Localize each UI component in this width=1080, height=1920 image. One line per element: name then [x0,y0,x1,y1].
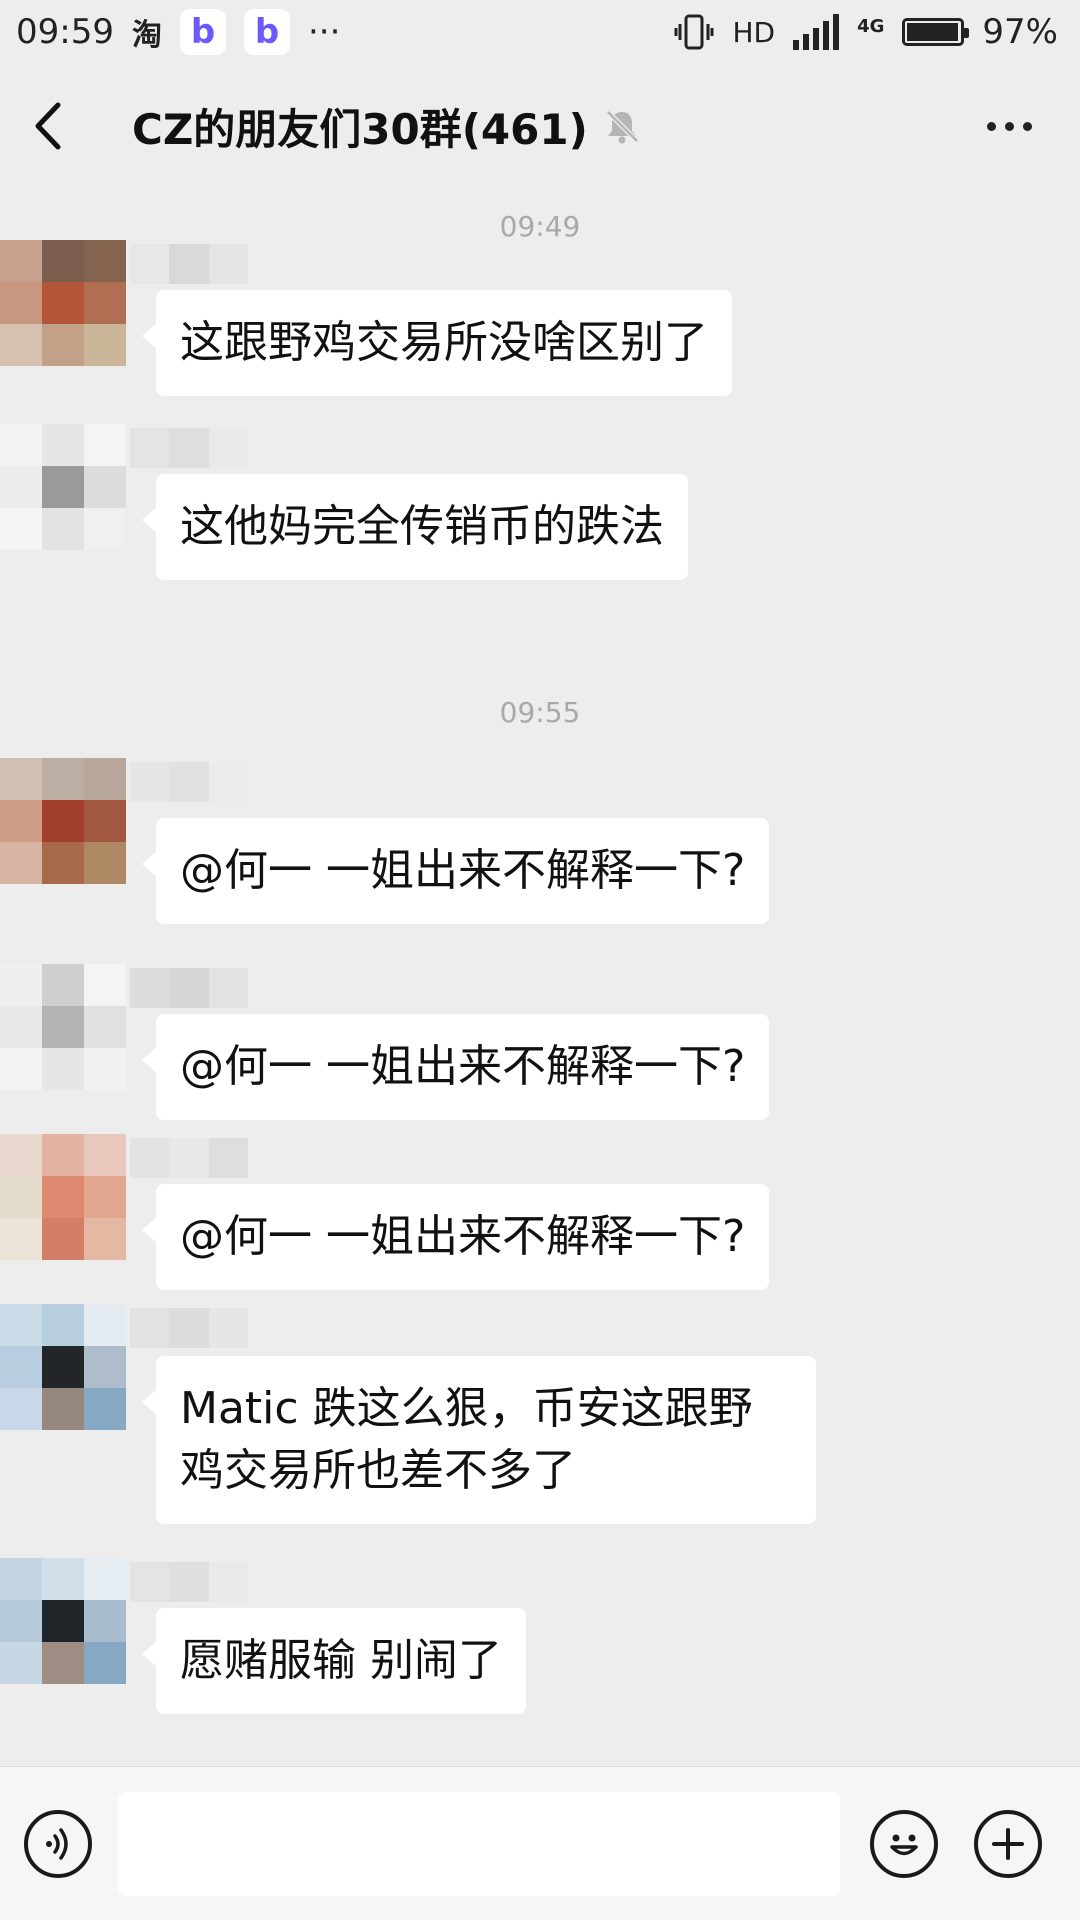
hd-label: HD [732,15,776,49]
avatar[interactable] [0,1134,126,1260]
input-bar [0,1766,1080,1920]
message-bubble[interactable]: @何一 一姐出来不解释一下? [141,818,770,924]
sender-name [130,1562,248,1602]
avatar[interactable] [0,964,126,1090]
signal-icon [793,14,840,50]
sender-name [130,762,248,802]
message-bubble[interactable]: 愿赌服输 别闹了 [142,1608,526,1714]
battery-icon [902,18,970,46]
plus-icon[interactable] [974,1809,1042,1878]
status-bar-left: 09:59 淘 b b ··· [16,9,340,55]
message-list[interactable]: 09:49 这跟野鸡交易所没啥区别了 这他妈完全传销币的跌法 09:55 @何一… [0,188,1080,1766]
more-icon[interactable] [987,121,1032,131]
sender-name [130,428,248,468]
vibrate-icon [674,14,714,50]
message-bubble[interactable]: 这跟野鸡交易所没啥区别了 [142,290,732,396]
network-type: 4G [857,16,885,37]
avatar[interactable] [0,758,126,884]
status-time: 09:59 [16,12,114,52]
avatar[interactable] [0,424,126,550]
message-input[interactable] [118,1791,840,1896]
battery-percent: 97% [982,12,1058,52]
avatar[interactable] [0,1304,126,1430]
more-notifications-icon: ··· [307,12,341,52]
notification-app-icon: b [243,9,290,55]
chat-title: CZ的朋友们30群(461) [132,104,588,154]
message-bubble[interactable]: Matic 跌这么狠，币安这跟野鸡交易所也差不多了 [142,1356,816,1524]
sender-name [130,244,248,284]
mute-icon [606,110,639,144]
chat-header: CZ的朋友们30群(461) [0,64,1080,188]
status-bar-right: HD 4G 97% [674,12,1058,52]
sender-name [130,1308,248,1348]
voice-icon[interactable] [24,1809,92,1878]
sender-name [130,1138,248,1178]
message-bubble[interactable]: @何一 一姐出来不解释一下? [141,1184,770,1290]
message-bubble[interactable]: @何一 一姐出来不解释一下? [141,1014,770,1120]
avatar[interactable] [0,240,126,366]
emoji-icon[interactable] [870,1809,938,1878]
sender-name [130,968,248,1008]
avatar[interactable] [0,1558,126,1684]
back-icon[interactable] [30,96,74,156]
message-bubble[interactable]: 这他妈完全传销币的跌法 [142,474,688,580]
taobao-icon: 淘 [131,18,162,53]
timestamp: 09:55 [499,696,581,729]
timestamp: 09:49 [499,210,581,243]
notification-app-icon: b [179,9,226,55]
status-bar: 09:59 淘 b b ··· HD 4G 97% [0,0,1080,64]
